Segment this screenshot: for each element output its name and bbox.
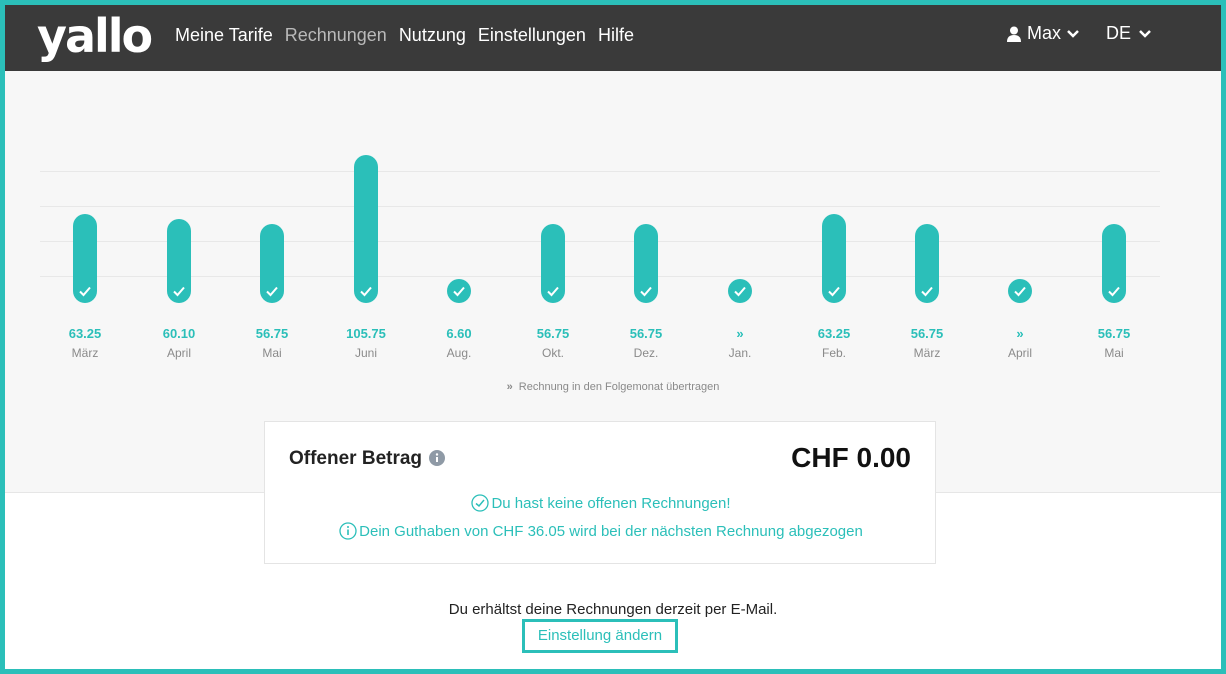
bar-month-label: Okt. bbox=[541, 346, 564, 360]
bar-value-label: 56.75 bbox=[1097, 326, 1131, 341]
checkmark-icon bbox=[1014, 286, 1026, 297]
chevron-down-icon bbox=[1067, 29, 1079, 38]
carryover-dot[interactable] bbox=[1008, 279, 1032, 303]
invoice-bar[interactable] bbox=[73, 214, 97, 303]
invoice-bar[interactable] bbox=[822, 214, 846, 303]
nav-item-nutzung[interactable]: Nutzung bbox=[399, 23, 466, 47]
bar-value-label: 56.75 bbox=[255, 326, 289, 341]
yallo-logo[interactable]: yallo bbox=[37, 11, 153, 61]
checkmark-icon bbox=[547, 286, 559, 297]
carryover-icon: » bbox=[506, 381, 513, 393]
nav-item-rechnungen[interactable]: Rechnungen bbox=[285, 23, 387, 47]
info-circle-icon bbox=[339, 522, 357, 540]
bar-value-label: 63.25 bbox=[817, 326, 851, 341]
checkmark-icon bbox=[453, 286, 465, 297]
bar-month-label: Mai bbox=[262, 346, 282, 360]
bar-month-label: Juni bbox=[354, 346, 377, 360]
bar-value-label: 63.25 bbox=[68, 326, 102, 341]
bar-value-label: 56.75 bbox=[910, 326, 944, 341]
invoice-bar[interactable] bbox=[260, 224, 284, 303]
credit-note-message: Dein Guthaben von CHF 36.05 wird bei der… bbox=[265, 522, 937, 540]
main-nav: Meine Tarife Rechnungen Nutzung Einstell… bbox=[175, 23, 634, 47]
bar-value-label: 6.60 bbox=[446, 326, 472, 341]
check-circle-icon bbox=[471, 494, 490, 512]
invoice-bar[interactable] bbox=[915, 224, 939, 303]
bar-value-label: » bbox=[736, 326, 744, 341]
invoice-dot[interactable] bbox=[447, 279, 471, 303]
user-icon bbox=[1007, 26, 1021, 42]
checkmark-icon bbox=[173, 286, 185, 297]
bar-value-label: 105.75 bbox=[346, 326, 386, 341]
invoice-bar[interactable] bbox=[541, 224, 565, 303]
invoice-bar[interactable] bbox=[354, 155, 378, 303]
checkmark-icon bbox=[360, 286, 372, 297]
invoice-bar[interactable] bbox=[1102, 224, 1126, 303]
nav-item-meine-tarife[interactable]: Meine Tarife bbox=[175, 23, 273, 47]
checkmark-icon bbox=[640, 286, 652, 297]
gridline bbox=[40, 241, 1160, 242]
invoice-bar[interactable] bbox=[634, 224, 658, 303]
bar-month-label: Mai bbox=[1104, 346, 1124, 360]
invoice-bar[interactable] bbox=[167, 219, 191, 303]
bar-month-label: April bbox=[166, 346, 191, 360]
checkmark-icon bbox=[1108, 286, 1120, 297]
balance-title: Offener Betrag bbox=[289, 448, 423, 469]
user-name: Max bbox=[1027, 23, 1062, 43]
gridline bbox=[40, 276, 1160, 277]
bar-month-label: Dez. bbox=[633, 346, 659, 360]
checkmark-icon bbox=[79, 286, 91, 297]
checkmark-icon bbox=[921, 286, 933, 297]
balance-amount: CHF 0.00 bbox=[791, 442, 911, 473]
checkmark-icon bbox=[266, 286, 278, 297]
nav-item-hilfe[interactable]: Hilfe bbox=[598, 23, 634, 47]
chevron-down-icon bbox=[1139, 29, 1151, 38]
user-menu[interactable]: Max bbox=[1007, 23, 1079, 44]
balance-card: Offener Betrag CHF 0.00 Du hast keine of… bbox=[264, 421, 936, 564]
gridline bbox=[40, 206, 1160, 207]
bar-month-label: März bbox=[913, 346, 941, 360]
checkmark-icon bbox=[828, 286, 840, 297]
nav-item-einstellungen[interactable]: Einstellungen bbox=[478, 23, 586, 47]
info-icon[interactable] bbox=[429, 450, 445, 466]
bar-month-label: Jan. bbox=[728, 346, 752, 360]
bar-month-label: Aug. bbox=[446, 346, 472, 360]
bar-month-label: März bbox=[71, 346, 99, 360]
language-menu[interactable]: DE bbox=[1106, 23, 1151, 44]
credit-note-text: Dein Guthaben von CHF 36.05 wird bei der… bbox=[359, 523, 863, 540]
no-open-invoices-message: Du hast keine offenen Rechnungen! bbox=[265, 494, 937, 512]
change-setting-link[interactable]: Einstellung ändern bbox=[522, 619, 678, 653]
gridline bbox=[40, 171, 1160, 172]
bar-month-label: April bbox=[1007, 346, 1032, 360]
bar-value-label: » bbox=[1016, 326, 1024, 341]
checkmark-icon bbox=[734, 286, 746, 297]
app-frame: yallo Meine Tarife Rechnungen Nutzung Ei… bbox=[5, 5, 1221, 669]
bar-month-label: Feb. bbox=[821, 346, 846, 360]
bar-value-label: 60.10 bbox=[162, 326, 196, 341]
bar-value-label: 56.75 bbox=[536, 326, 570, 341]
language-label: DE bbox=[1106, 23, 1132, 43]
delivery-info: Du erhältst deine Rechnungen derzeit per… bbox=[448, 601, 778, 618]
bar-value-label: 56.75 bbox=[629, 326, 663, 341]
legend-text: Rechnung in den Folgemonat übertragen bbox=[518, 381, 720, 393]
top-navbar: yallo Meine Tarife Rechnungen Nutzung Ei… bbox=[5, 5, 1221, 71]
no-open-invoices-text: Du hast keine offenen Rechnungen! bbox=[491, 495, 731, 512]
chart-legend: » Rechnung in den Folgemonat übertragen bbox=[5, 381, 1221, 393]
carryover-dot[interactable] bbox=[728, 279, 752, 303]
